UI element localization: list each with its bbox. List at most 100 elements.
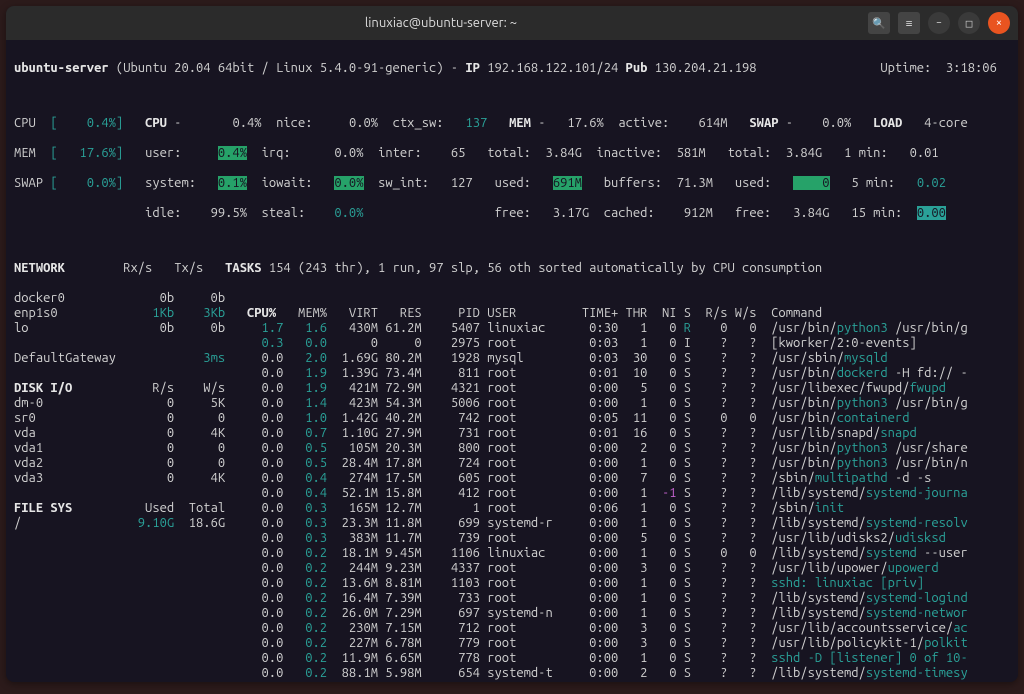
- table-row: 0.0 0.2 244M 9.23M 4337 root 0:00 3 0 S …: [14, 561, 1010, 576]
- irq-v: 0.0%: [334, 146, 363, 160]
- inter-l: inter:: [378, 146, 422, 160]
- system-l: system:: [145, 176, 196, 190]
- table-row: 0.0 0.2 26.0M 7.29M 697 systemd-n 0:00 1…: [14, 606, 1010, 621]
- iowait-v: 0.0%: [334, 176, 363, 190]
- titlebar: linuxiac@ubuntu-server: ~ 🔍 ≡ – □ ×: [6, 6, 1018, 40]
- ip-addr: 192.168.122.101/24: [487, 61, 618, 75]
- pub-addr: 130.204.21.198: [655, 61, 757, 75]
- os-info: (Ubuntu 20.04 64bit / Linux 5.4.0-91-gen…: [116, 61, 444, 75]
- ctx-l: ctx_sw:: [393, 116, 444, 130]
- table-row: enp1s0 1Kb 3Kb CPU% MEM% VIRT RES PID US…: [14, 306, 1010, 321]
- load-header: LOAD: [873, 116, 902, 130]
- table-row: lo 0b 0b 1.7 1.6 430M 61.2M 5407 linuxia…: [14, 321, 1010, 336]
- idle-v: 99.5%: [211, 206, 247, 220]
- table-row: vda1 0 0 0.0 0.5 105M 20.3M 800 root 0:0…: [14, 441, 1010, 456]
- ql-mem-bar: [ 17.6%]: [50, 146, 123, 160]
- uptime: 3:18:06: [946, 61, 997, 75]
- table-row: 0.0 1.9 1.39G 73.4M 811 root 0:01 10 0 S…: [14, 366, 1010, 381]
- close-icon[interactable]: ×: [988, 12, 1010, 34]
- table-row: 0.0 0.2 16.4M 7.39M 733 root 0:00 1 0 S …: [14, 591, 1010, 606]
- hostname: ubuntu-server: [14, 61, 109, 75]
- table-row: FILE SYS Used Total 0.0 0.3 165M 12.7M 1…: [14, 501, 1010, 516]
- swap-total-v: 3.84G: [786, 146, 822, 160]
- idle-l: idle:: [145, 206, 181, 220]
- mem-total-v: 3.84G: [546, 146, 582, 160]
- ql-cpu-bar: [ 0.4%]: [50, 116, 123, 130]
- mem-free-v: 3.17G: [553, 206, 589, 220]
- cached-l: cached:: [604, 206, 655, 220]
- tasks-summary: 154 (243 thr), 1 run, 97 slp, 56 oth sor…: [269, 261, 822, 275]
- system-v: 0.1%: [218, 176, 247, 190]
- iowait-l: iowait:: [262, 176, 313, 190]
- ip-label: IP: [465, 61, 480, 75]
- swint-v: 127: [451, 176, 473, 190]
- table-row: dm-0 0 5K 0.0 1.4 423M 54.3M 5006 root 0…: [14, 396, 1010, 411]
- swint-l: sw_int:: [378, 176, 429, 190]
- buffers-l: buffers:: [604, 176, 662, 190]
- inter-v: 65: [451, 146, 466, 160]
- steal-v: 0.0%: [334, 206, 363, 220]
- min1-l: 1 min:: [844, 146, 888, 160]
- steal-l: steal:: [262, 206, 306, 220]
- ql-swap-bar: [ 0.0%]: [50, 176, 123, 190]
- table-row: DefaultGateway 3ms 0.0 2.0 1.69G 80.2M 1…: [14, 351, 1010, 366]
- user-v: 0.4%: [218, 146, 247, 160]
- swap-total-l: total:: [728, 146, 772, 160]
- terminal-content[interactable]: ubuntu-server (Ubuntu 20.04 64bit / Linu…: [6, 40, 1018, 682]
- table-row: docker0 0b 0b: [14, 291, 1010, 306]
- mem-total-l: total:: [487, 146, 531, 160]
- table-row: vda3 0 4K 0.0 0.4 274M 17.5M 605 root 0:…: [14, 471, 1010, 486]
- swap-used-l: used:: [735, 176, 771, 190]
- tx-h: Tx/s: [174, 261, 203, 275]
- maximize-icon[interactable]: □: [958, 12, 980, 34]
- table-row: sr0 0 0 0.0 1.0 1.42G 40.2M 742 root 0:0…: [14, 411, 1010, 426]
- nice-l: nice:: [276, 116, 312, 130]
- table-row: 0.0 0.4 52.1M 15.8M 412 root 0:00 1 -1 S…: [14, 486, 1010, 501]
- swap-header: SWAP: [749, 116, 778, 130]
- table-row: 0.0 0.2 227M 6.78M 779 root 0:00 3 0 S ?…: [14, 636, 1010, 651]
- rx-h: Rx/s: [123, 261, 152, 275]
- network-h: NETWORK: [14, 261, 65, 275]
- active-l: active:: [618, 116, 669, 130]
- mem-header: MEM: [509, 116, 531, 130]
- table-row: vda 0 4K 0.0 0.7 1.10G 27.9M 731 root 0:…: [14, 426, 1010, 441]
- table-row: DISK I/O R/s W/s 0.0 1.9 421M 72.9M 4321…: [14, 381, 1010, 396]
- cpu-total: 0.4%: [232, 116, 261, 130]
- search-icon[interactable]: 🔍: [868, 12, 890, 34]
- tasks-label: TASKS: [225, 261, 261, 275]
- table-row: 0.0 0.1 13.6M 5.74M 1222 linuxiac 0:00 1…: [14, 681, 1010, 682]
- swap-used-v: 0: [793, 176, 829, 190]
- table-row: 0.3 0.0 0 0 2975 root 0:03 1 0 I ? ? [kw…: [14, 336, 1010, 351]
- pub-label: Pub: [626, 61, 648, 75]
- mem-free-l: free:: [495, 206, 531, 220]
- table-row: 0.0 0.2 230M 7.15M 712 root 0:00 3 0 S ?…: [14, 621, 1010, 636]
- swap-free-v: 3.84G: [793, 206, 829, 220]
- uptime-label: Uptime:: [880, 61, 931, 75]
- inactive-l: inactive:: [597, 146, 663, 160]
- minimize-icon[interactable]: –: [928, 12, 950, 34]
- active-v: 614M: [698, 116, 727, 130]
- nice-v: 0.0%: [349, 116, 378, 130]
- min15-v: 0.00: [917, 206, 946, 220]
- menu-icon[interactable]: ≡: [898, 12, 920, 34]
- terminal-window: linuxiac@ubuntu-server: ~ 🔍 ≡ – □ × ubun…: [6, 6, 1018, 682]
- load-cores: 4-core: [924, 116, 968, 130]
- table-row: 0.0 0.2 11.9M 6.65M 778 root 0:00 1 0 S …: [14, 651, 1010, 666]
- buffers-v: 71.3M: [677, 176, 713, 190]
- min1-v: 0.01: [910, 146, 939, 160]
- cpu-header: CPU: [145, 116, 167, 130]
- table-row: 0.0 0.2 88.1M 5.98M 654 systemd-t 0:00 2…: [14, 666, 1010, 681]
- ql-mem-label: MEM: [14, 146, 36, 160]
- table-row: 0.0 0.2 13.6M 8.81M 1103 root 0:00 1 0 S…: [14, 576, 1010, 591]
- mem-pct: 17.6%: [567, 116, 603, 130]
- user-l: user:: [145, 146, 181, 160]
- window-title: linuxiac@ubuntu-server: ~: [14, 16, 868, 30]
- ql-cpu-label: CPU: [14, 116, 36, 130]
- min5-v: 0.02: [917, 176, 946, 190]
- ctx-v: 137: [465, 116, 487, 130]
- swap-pct: 0.0%: [822, 116, 851, 130]
- min15-l: 15 min:: [851, 206, 902, 220]
- mem-used-l: used:: [495, 176, 531, 190]
- swap-free-l: free:: [735, 206, 771, 220]
- min5-l: 5 min:: [851, 176, 895, 190]
